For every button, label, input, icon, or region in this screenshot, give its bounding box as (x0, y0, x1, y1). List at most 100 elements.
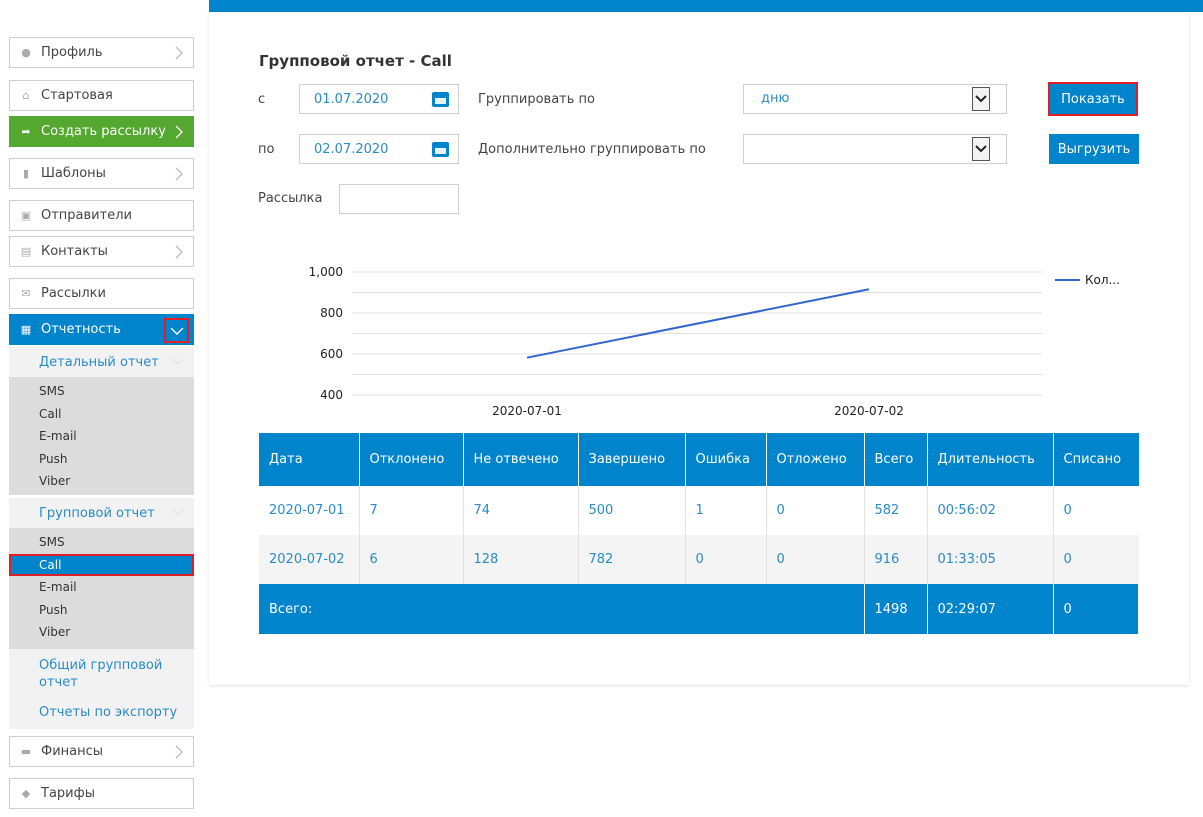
sidebar-item-label: Финансы (41, 744, 104, 759)
table-row: 2020-07-02 6 128 782 0 0 916 01:33:05 0 (259, 535, 1139, 584)
detailed-push[interactable]: Push (9, 448, 194, 471)
cell-postponed[interactable]: 0 (766, 535, 865, 584)
x-tick-label: 2020-07-01 (492, 404, 562, 418)
top-accent-bar (209, 0, 1203, 12)
wallet-icon: ▬ (20, 745, 32, 758)
table-row: 2020-07-01 7 74 500 1 0 582 00:56:02 0 (259, 486, 1139, 535)
submenu-label: Детальный отчет (39, 354, 159, 370)
mailing-input[interactable] (339, 184, 459, 214)
main-panel: Групповой отчет - Call с 01.07.2020 по 0… (209, 12, 1189, 685)
calendar-icon[interactable] (432, 92, 449, 107)
sidebar-item-label: Тарифы (41, 786, 95, 801)
sidebar-item-label: Отчетность (41, 322, 121, 337)
group-by-select[interactable]: дню (743, 84, 1007, 114)
sidebar-item-reports[interactable]: ▦ Отчетность (9, 314, 194, 345)
submenu-group-report[interactable]: Групповой отчет (9, 498, 194, 528)
calendar-icon[interactable] (432, 142, 449, 157)
chevron-right-icon (175, 167, 183, 181)
cell-rejected[interactable]: 7 (359, 486, 464, 535)
cell-date[interactable]: 2020-07-02 (259, 535, 360, 584)
chevron-down-icon (170, 327, 183, 335)
detailed-email[interactable]: E-mail (9, 425, 194, 448)
chevron-down-icon[interactable] (972, 137, 990, 161)
group-push[interactable]: Push (9, 599, 194, 622)
book-icon: ▦ (20, 323, 32, 336)
table-header-row: Дата Отклонено Не отвечено Завершено Оши… (259, 433, 1139, 486)
sidebar-item-label: Стартовая (41, 88, 113, 103)
general-group-report-link[interactable]: Общий групповой отчет (9, 649, 194, 699)
total-all: 1498 (864, 584, 928, 634)
total-charged: 0 (1053, 584, 1139, 634)
cell-total[interactable]: 582 (864, 486, 928, 535)
col-charged[interactable]: Списано (1053, 433, 1139, 486)
sidebar-item-mailings[interactable]: ✉ Рассылки (9, 278, 194, 309)
group-email[interactable]: E-mail (9, 576, 194, 599)
sidebar-item-create-mailing[interactable]: ➦ Создать рассылку (9, 116, 194, 147)
group-viber[interactable]: Viber (9, 621, 194, 644)
col-total[interactable]: Всего (864, 433, 928, 486)
group-by-label: Группировать по (478, 92, 595, 107)
date-to-input[interactable]: 02.07.2020 (299, 134, 459, 164)
series-line (526, 288, 870, 359)
detailed-report-list: SMS Call E-mail Push Viber (9, 377, 194, 495)
show-button[interactable]: Показать (1048, 82, 1138, 116)
chevron-down-icon (172, 358, 184, 365)
col-postponed[interactable]: Отложено (766, 433, 865, 486)
cell-error[interactable]: 0 (685, 535, 767, 584)
sidebar-item-profile[interactable]: ● Профиль (9, 37, 194, 68)
extra-group-select[interactable] (743, 134, 1007, 164)
cell-error[interactable]: 1 (685, 486, 767, 535)
col-date[interactable]: Дата (259, 433, 360, 486)
link-label: Общий групповой отчет (39, 658, 163, 690)
date-to-label: по (258, 142, 275, 157)
group-sms[interactable]: SMS (9, 531, 194, 554)
detailed-viber[interactable]: Viber (9, 470, 194, 493)
cell-completed[interactable]: 782 (578, 535, 686, 584)
sidebar-item-label: Контакты (41, 244, 108, 259)
cell-not-answered[interactable]: 128 (463, 535, 579, 584)
sidebar-item-contacts[interactable]: ▤ Контакты (9, 236, 194, 267)
col-completed[interactable]: Завершено (578, 433, 686, 486)
cell-not-answered[interactable]: 74 (463, 486, 579, 535)
cell-duration[interactable]: 01:33:05 (927, 535, 1054, 584)
reports-collapse-toggle[interactable] (164, 318, 189, 343)
y-tick-label: 600 (320, 347, 343, 361)
share-arrow-icon: ➦ (21, 125, 31, 138)
group-call[interactable]: Call (9, 553, 194, 576)
table-total-row: Всего: 1498 02:29:07 0 (259, 584, 1139, 634)
col-rejected[interactable]: Отклонено (359, 433, 464, 486)
total-label: Всего: (259, 584, 865, 634)
cell-rejected[interactable]: 6 (359, 535, 464, 584)
detailed-sms[interactable]: SMS (9, 380, 194, 403)
cell-date[interactable]: 2020-07-01 (259, 486, 360, 535)
cell-charged[interactable]: 0 (1053, 486, 1139, 535)
col-duration[interactable]: Длительность (927, 433, 1054, 486)
sidebar-item-label: Отправители (41, 208, 132, 223)
submenu-detailed-report[interactable]: Детальный отчет (9, 347, 194, 377)
envelope-icon: ✉ (21, 287, 31, 300)
export-button[interactable]: Выгрузить (1049, 134, 1139, 164)
x-tick-label: 2020-07-02 (834, 404, 904, 418)
chevron-down-icon[interactable] (972, 87, 990, 111)
sender-icon: ▣ (20, 209, 32, 222)
page-title: Групповой отчет - Call (259, 52, 452, 70)
home-icon: ⌂ (22, 89, 30, 102)
y-tick-label: 400 (320, 388, 343, 402)
date-from-input[interactable]: 01.07.2020 (299, 84, 459, 114)
cell-duration[interactable]: 00:56:02 (927, 486, 1054, 535)
cell-total[interactable]: 916 (864, 535, 928, 584)
cell-completed[interactable]: 500 (578, 486, 686, 535)
cell-charged[interactable]: 0 (1053, 535, 1139, 584)
sidebar-item-senders[interactable]: ▣ Отправители (9, 200, 194, 231)
detailed-call[interactable]: Call (9, 403, 194, 426)
cell-postponed[interactable]: 0 (766, 486, 865, 535)
export-reports-link[interactable]: Отчеты по экспорту (9, 699, 194, 729)
group-by-value: дню (761, 91, 790, 106)
col-not-answered[interactable]: Не отвечено (463, 433, 579, 486)
sidebar-item-start[interactable]: ⌂ Стартовая (9, 80, 194, 111)
col-error[interactable]: Ошибка (685, 433, 767, 486)
sidebar-item-tariffs[interactable]: ◆ Тарифы (9, 778, 194, 809)
sidebar-item-label: Шаблоны (41, 166, 106, 181)
sidebar-item-templates[interactable]: ▮ Шаблоны (9, 158, 194, 189)
sidebar-item-finance[interactable]: ▬ Финансы (9, 736, 194, 767)
